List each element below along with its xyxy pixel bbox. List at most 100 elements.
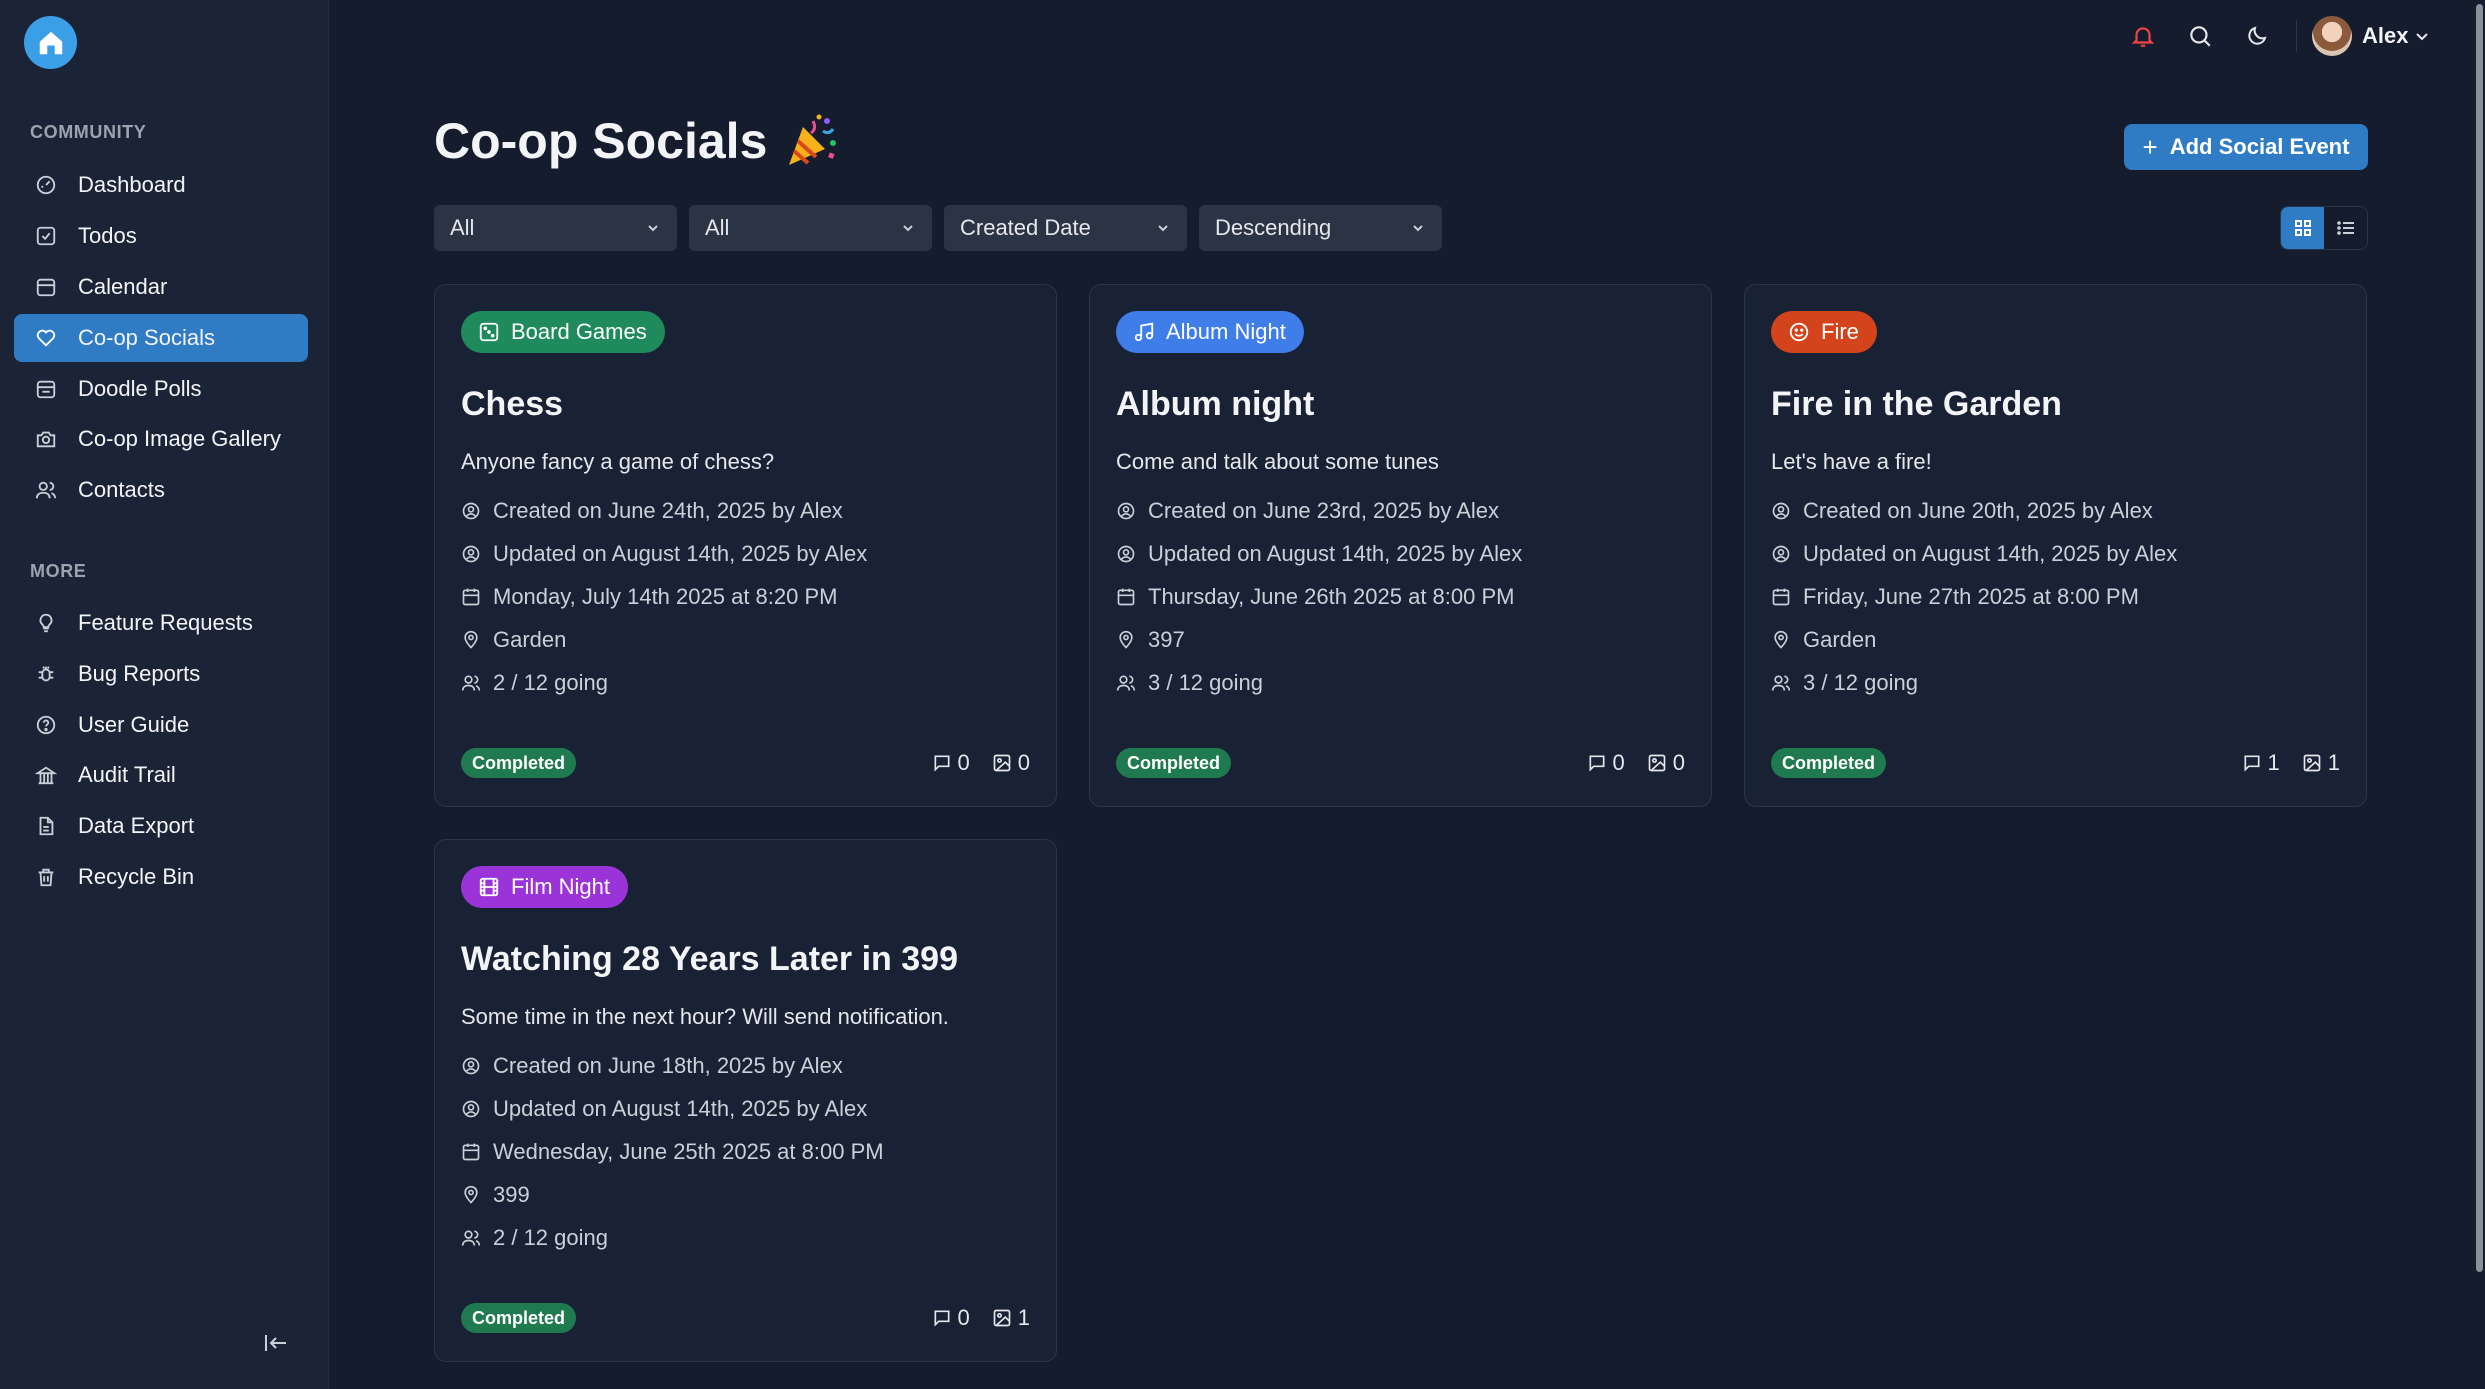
category-tag: Board Games	[461, 311, 665, 353]
sidebar-item-label: Co-op Socials	[78, 325, 215, 350]
home-logo-icon[interactable]	[24, 16, 77, 69]
comments-count[interactable]: 0	[932, 1305, 970, 1331]
sidebar-item-bug-reports[interactable]: Bug Reports	[14, 650, 308, 698]
images-count[interactable]: 1	[2302, 750, 2340, 776]
add-social-event-button[interactable]: + Add Social Event	[2124, 124, 2368, 170]
created-row: Created on June 18th, 2025 by Alex	[461, 1051, 843, 1081]
calendar-icon	[461, 587, 481, 607]
image-icon	[992, 753, 1012, 773]
event-card-album-night[interactable]: Album Night Album night Come and talk ab…	[1089, 284, 1712, 807]
user-circle-icon	[1116, 501, 1136, 521]
updated-row: Updated on August 14th, 2025 by Alex	[1771, 539, 2177, 569]
plus-icon: +	[2142, 132, 2158, 162]
sidebar-item-label: Dashboard	[78, 172, 186, 197]
collapse-icon	[265, 1335, 286, 1351]
map-pin-icon	[1771, 630, 1791, 650]
sidebar-item-label: User Guide	[78, 712, 190, 737]
event-card-fire-in-the-garden[interactable]: Fire Fire in the Garden Let's have a fir…	[1744, 284, 2367, 807]
filter-value: All	[450, 215, 475, 240]
file-export-icon	[34, 814, 58, 838]
sidebar-item-label: Contacts	[78, 477, 165, 502]
users-icon	[34, 478, 58, 502]
sidebar-item-dashboard[interactable]: Dashboard	[14, 161, 308, 209]
date-text: Friday, June 27th 2025 at 8:00 PM	[1803, 584, 2139, 609]
sidebar-item-contacts[interactable]: Contacts	[14, 466, 308, 514]
images-count[interactable]: 1	[992, 1305, 1030, 1331]
updated-row: Updated on August 14th, 2025 by Alex	[1116, 539, 1522, 569]
category-label: Album Night	[1166, 319, 1286, 344]
sidebar-item-audit-trail[interactable]: Audit Trail	[14, 751, 308, 799]
grid-view-button[interactable]	[2281, 207, 2324, 249]
event-card-watching-28-years-later[interactable]: Film Night Watching 28 Years Later in 39…	[434, 839, 1057, 1362]
card-counts: 0 0	[1565, 748, 1685, 778]
going-row: 3 / 12 going	[1116, 668, 1263, 698]
sort-by-value: Created Date	[960, 215, 1091, 240]
image-icon	[1647, 753, 1667, 773]
sidebar-item-co-op-socials[interactable]: Co-op Socials	[14, 314, 308, 362]
category-label: Film Night	[511, 874, 611, 899]
status-badge: Completed	[461, 1303, 577, 1333]
sidebar-item-label: Doodle Polls	[78, 376, 202, 401]
user-circle-icon	[1116, 544, 1136, 564]
images-count[interactable]: 0	[992, 750, 1030, 776]
filter-category-select[interactable]: All	[434, 205, 677, 251]
card-counts: 1 1	[2220, 748, 2340, 778]
calendar-icon	[34, 275, 58, 299]
sidebar-item-feature-requests[interactable]: Feature Requests	[14, 599, 308, 647]
date-row: Friday, June 27th 2025 at 8:00 PM	[1771, 582, 2139, 612]
collapse-sidebar-button[interactable]	[258, 1328, 294, 1358]
filter-value: All	[705, 215, 730, 240]
comments-count[interactable]: 1	[2242, 750, 2280, 776]
chevron-down-icon	[648, 225, 658, 232]
moon-icon[interactable]	[2241, 20, 2273, 52]
updated-row: Updated on August 14th, 2025 by Alex	[461, 1094, 867, 1124]
sidebar-item-recycle-bin[interactable]: Recycle Bin	[14, 853, 308, 901]
list-view-button[interactable]	[2324, 207, 2367, 249]
card-description: Some time in the next hour? Will send no…	[461, 1004, 949, 1029]
user-menu[interactable]: Alex	[2312, 16, 2430, 56]
going-row: 2 / 12 going	[461, 1223, 608, 1253]
sort-order-select[interactable]: Descending	[1199, 205, 1442, 251]
users-icon	[1771, 673, 1791, 693]
sidebar-item-todos[interactable]: Todos	[14, 212, 308, 260]
page-scrollbar[interactable]	[2474, 0, 2485, 1389]
comment-icon	[1587, 753, 1607, 773]
camera-icon	[34, 427, 58, 451]
notification-bell-icon[interactable]	[2127, 20, 2159, 52]
comments-count[interactable]: 0	[932, 750, 970, 776]
date-text: Wednesday, June 25th 2025 at 8:00 PM	[493, 1139, 884, 1164]
users-icon	[461, 673, 481, 693]
calendar-icon	[461, 1142, 481, 1162]
scrollbar-thumb[interactable]	[2476, 4, 2483, 1272]
sidebar-item-doodle-polls[interactable]: Doodle Polls	[14, 365, 308, 413]
sidebar-item-label: Recycle Bin	[78, 864, 195, 889]
created-row: Created on June 24th, 2025 by Alex	[461, 496, 843, 526]
map-pin-icon	[461, 1185, 481, 1205]
status-badge: Completed	[461, 748, 577, 778]
event-card-chess[interactable]: Board Games Chess Anyone fancy a game of…	[434, 284, 1057, 807]
created-text: Created on June 20th, 2025 by Alex	[1803, 498, 2153, 523]
sidebar-item-user-guide[interactable]: User Guide	[14, 701, 308, 749]
filter-status-select[interactable]: All	[689, 205, 932, 251]
sort-by-select[interactable]: Created Date	[944, 205, 1187, 251]
sidebar-item-label: Data Export	[78, 813, 195, 838]
images-count[interactable]: 0	[1647, 750, 1685, 776]
search-icon[interactable]	[2184, 20, 2216, 52]
sidebar-item-data-export[interactable]: Data Export	[14, 802, 308, 850]
dice-icon	[477, 320, 501, 344]
map-pin-icon	[461, 630, 481, 650]
user-circle-icon	[461, 544, 481, 564]
sidebar-item-co-op-image-gallery[interactable]: Co-op Image Gallery	[14, 415, 308, 463]
going-row: 2 / 12 going	[461, 668, 608, 698]
going-text: 2 / 12 going	[493, 670, 608, 695]
card-counts: 0 0	[910, 748, 1030, 778]
comments-value: 0	[957, 750, 970, 775]
user-circle-icon	[1771, 501, 1791, 521]
created-row: Created on June 23rd, 2025 by Alex	[1116, 496, 1499, 526]
updated-text: Updated on August 14th, 2025 by Alex	[1803, 541, 2178, 566]
sidebar-item-calendar[interactable]: Calendar	[14, 263, 308, 311]
comments-count[interactable]: 0	[1587, 750, 1625, 776]
updated-text: Updated on August 14th, 2025 by Alex	[493, 1096, 868, 1121]
image-icon	[2302, 753, 2322, 773]
page-title-wrap: Co-op Socials	[434, 112, 839, 170]
